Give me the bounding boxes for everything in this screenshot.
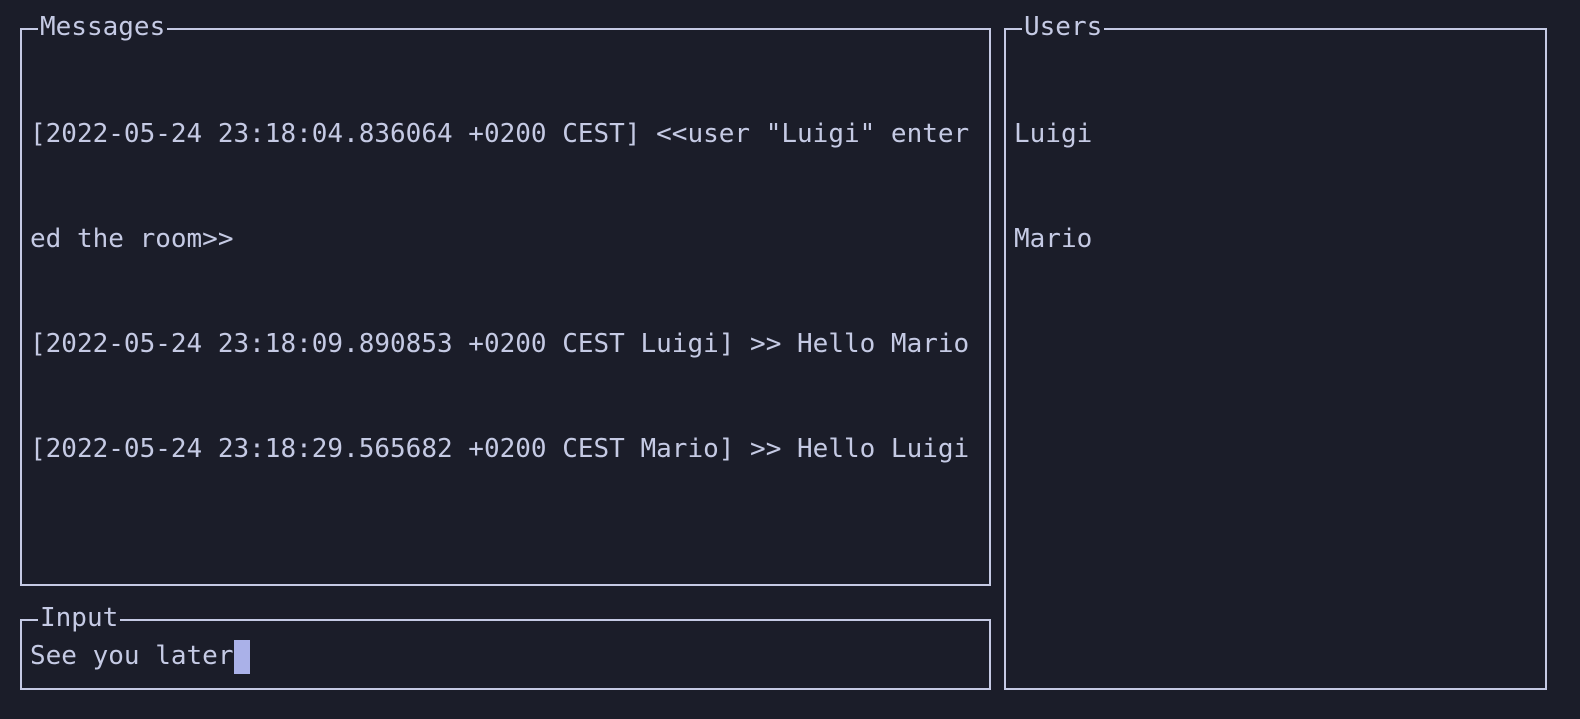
message-line: [2022-05-24 23:18:29.565682 +0200 CEST M… [30,434,970,464]
messages-title: Messages [38,10,168,44]
messages-pane[interactable]: Messages [2022-05-24 23:18:04.836064 +02… [20,10,991,586]
message-line: [2022-05-24 23:18:09.890853 +0200 CEST L… [30,329,970,359]
message-input[interactable]: See you later [30,639,981,674]
input-pane[interactable]: Input See you later [20,601,991,690]
user-item-luigi[interactable]: Luigi [1014,117,1537,152]
message-list: [2022-05-24 23:18:04.836064 +0200 CEST] … [30,47,981,537]
message-line: ed the room>> [30,224,234,254]
user-item-mario[interactable]: Mario [1014,222,1537,257]
input-text: See you later [30,641,234,671]
user-list: Luigi Mario [1014,47,1537,327]
message-line: [2022-05-24 23:18:04.836064 +0200 CEST] … [30,119,970,149]
users-title: Users [1022,10,1105,44]
input-title: Input [38,601,121,635]
users-pane[interactable]: Users Luigi Mario [1004,10,1547,690]
text-cursor [233,640,250,674]
